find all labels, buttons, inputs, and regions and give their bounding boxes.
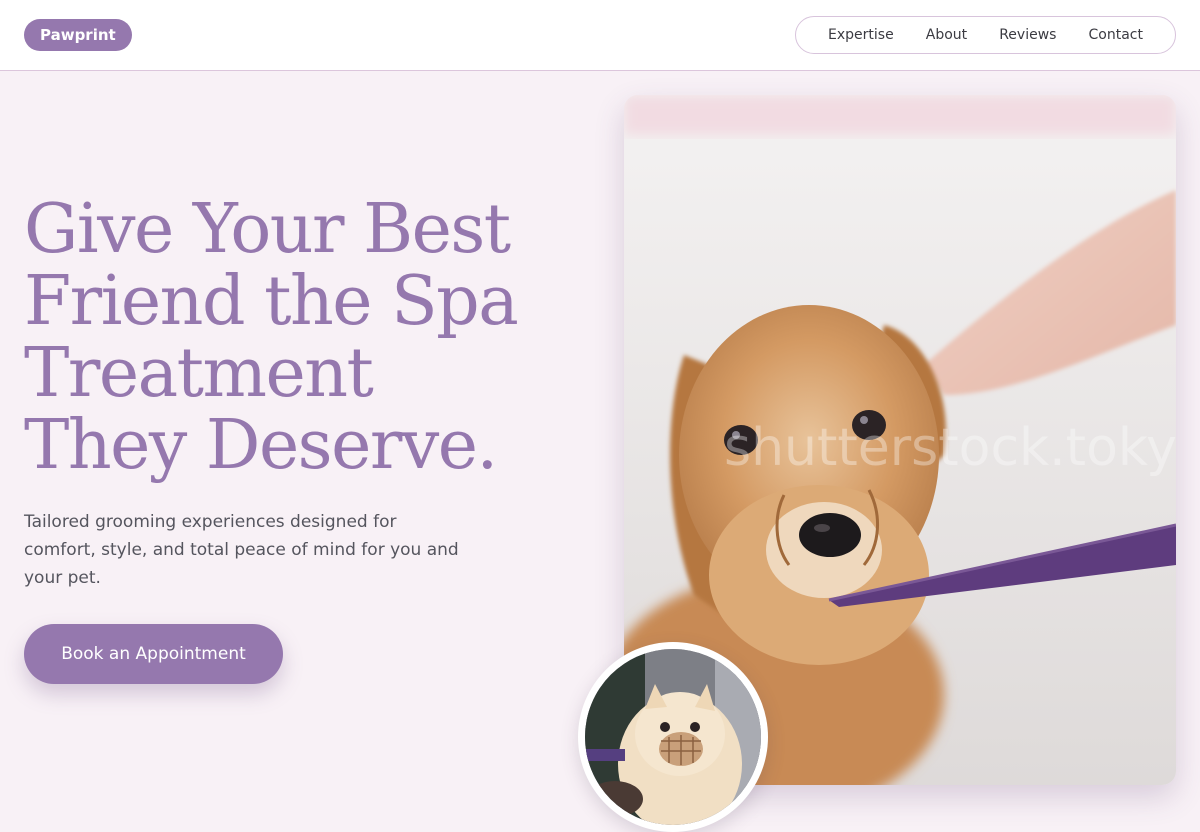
- pomeranian-avatar-photo: [578, 642, 768, 832]
- nav-link-contact[interactable]: Contact: [1089, 27, 1143, 43]
- top-navigation-bar: Pawprint Expertise About Reviews Contact: [0, 0, 1200, 71]
- nav-link-expertise[interactable]: Expertise: [828, 27, 894, 43]
- nav-link-about[interactable]: About: [926, 27, 967, 43]
- photo-watermark: shutterstock.tokyo: [724, 418, 1176, 478]
- pomeranian-illustration: [585, 649, 761, 825]
- main-nav: Expertise About Reviews Contact: [795, 16, 1176, 54]
- nav-link-reviews[interactable]: Reviews: [999, 27, 1056, 43]
- hero-subtext: Tailored grooming experiences designed f…: [24, 512, 459, 588]
- avatar-image: [585, 649, 761, 825]
- brand-logo[interactable]: Pawprint: [24, 19, 132, 51]
- book-appointment-button[interactable]: Book an Appointment: [24, 624, 283, 684]
- hero-headline: Give Your Best Friend the Spa Treatment …: [24, 190, 519, 485]
